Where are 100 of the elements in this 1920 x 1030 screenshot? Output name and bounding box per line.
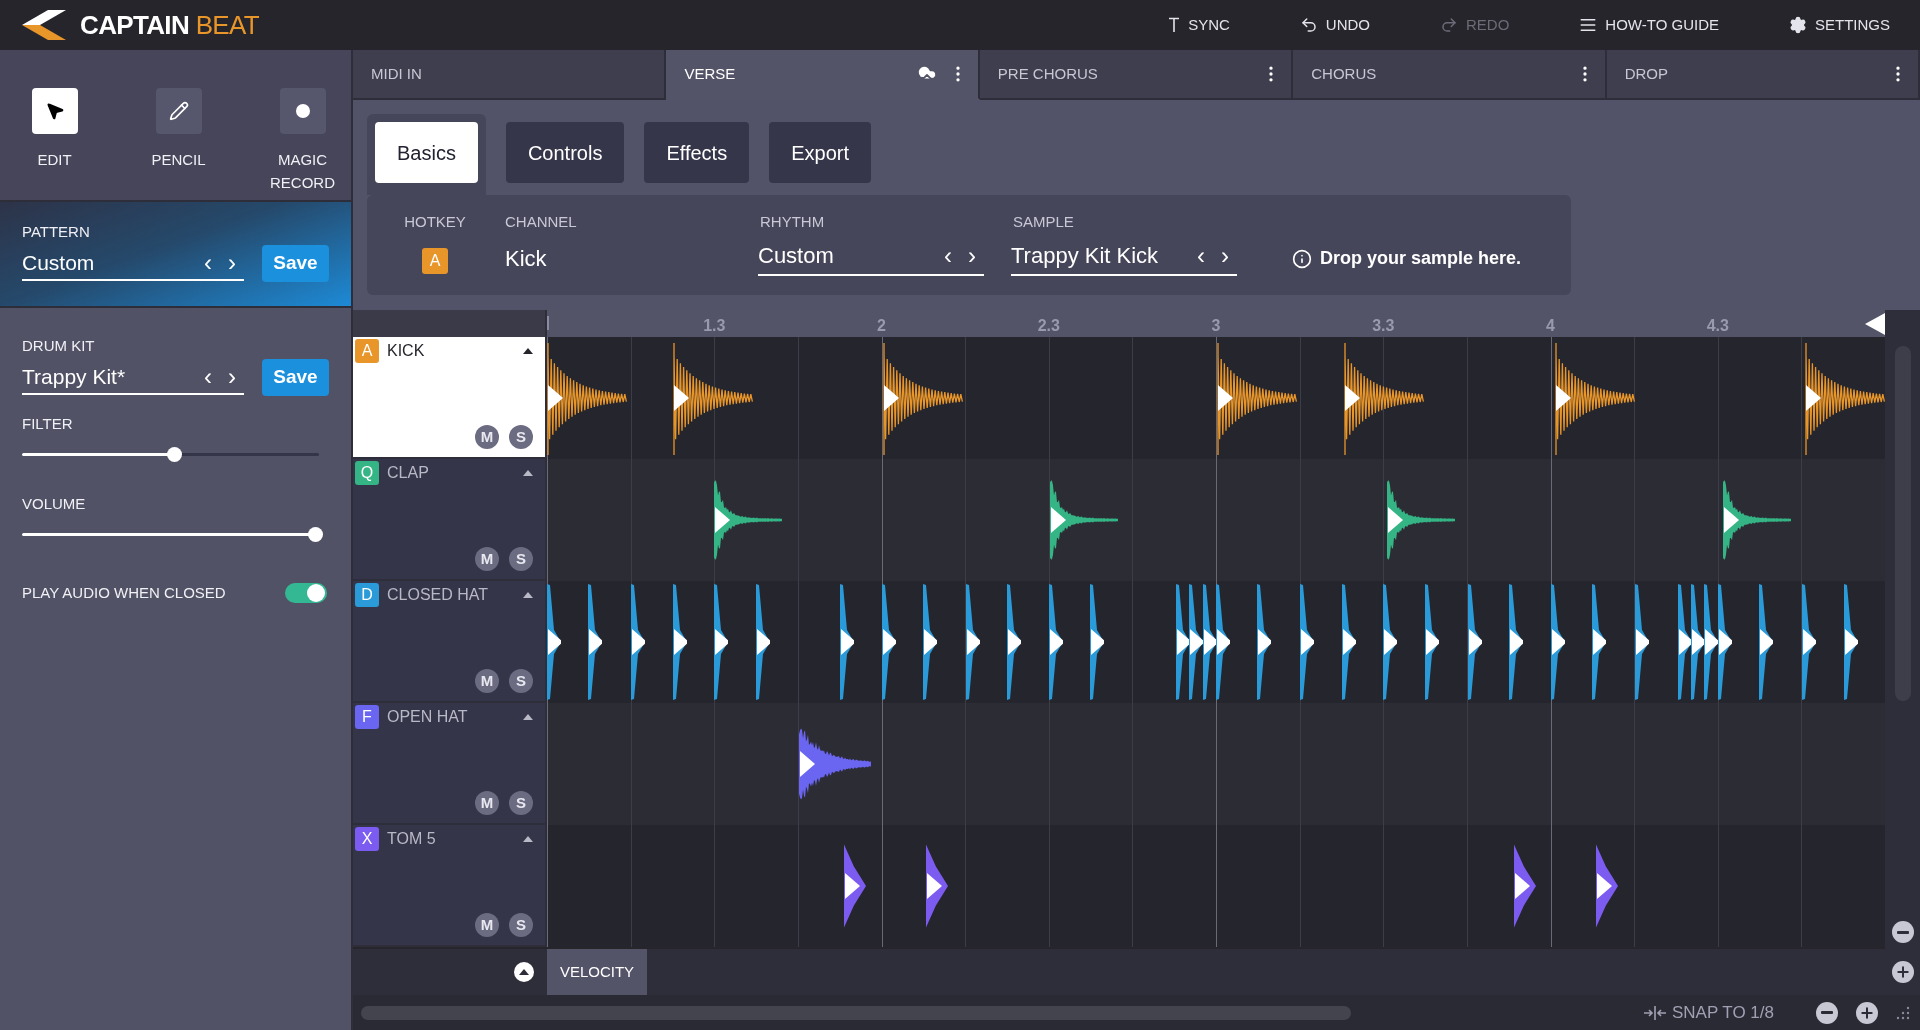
sample-waveform-drawing[interactable]	[1048, 581, 1063, 703]
horizontal-scrollbar[interactable]	[361, 1005, 1351, 1020]
sample-waveform-drawing[interactable]	[965, 581, 980, 703]
track-header[interactable]: A KICK M S	[353, 337, 547, 459]
snap-setting[interactable]: SNAP TO 1/8	[1671, 999, 1774, 1026]
mute-button[interactable]: M	[475, 425, 499, 449]
solo-button[interactable]: S	[509, 913, 533, 937]
solo-button[interactable]: S	[509, 669, 533, 693]
minus-icon	[1821, 1011, 1833, 1014]
track-header[interactable]: D CLOSED HAT M S	[353, 581, 547, 703]
sample-waveform-drawing[interactable]	[840, 581, 854, 703]
zoom-out-button[interactable]	[1816, 1001, 1838, 1024]
collapse-caret-icon[interactable]	[523, 592, 533, 598]
sample-waveform-drawing[interactable]	[588, 581, 603, 703]
loop-end-marker-icon[interactable]	[1865, 313, 1885, 335]
toolbar-button[interactable]: UNDO	[1299, 13, 1370, 37]
sample-waveform-drawing[interactable]	[1550, 581, 1565, 703]
sample-waveform-drawing[interactable]	[1591, 581, 1606, 703]
sample-waveform-drawing[interactable]	[1424, 581, 1439, 703]
solo-button[interactable]: S	[509, 425, 533, 449]
ruler-label: 4.3	[1706, 316, 1729, 336]
solo-button[interactable]: S	[509, 791, 533, 815]
tool-button[interactable]: EDIT	[18, 88, 91, 200]
section-tab[interactable]: DROP	[1606, 50, 1920, 100]
sample-waveform-drawing[interactable]	[1383, 581, 1398, 703]
sample-waveform-drawing[interactable]	[1090, 581, 1105, 703]
sample-waveform-drawing[interactable]	[1216, 581, 1230, 703]
selector-value: Custom	[758, 242, 835, 270]
mute-button[interactable]: M	[475, 669, 499, 693]
section-tab[interactable]: VERSE	[666, 50, 980, 100]
selector-field[interactable]: Custom ‹ ›	[22, 246, 244, 281]
selector-field[interactable]: Custom ‹ ›	[758, 237, 984, 276]
track-header[interactable]: X TOM 5 M S	[353, 825, 547, 947]
previous-button[interactable]: ‹	[1189, 243, 1213, 268]
sample-waveform-drawing[interactable]	[1717, 581, 1732, 703]
toolbar-button[interactable]: HOW-TO GUIDE	[1579, 13, 1719, 37]
zoom-out-button[interactable]	[1891, 921, 1914, 943]
sample-waveform-drawing[interactable]	[1802, 581, 1817, 703]
play-audio-toggle[interactable]	[285, 583, 327, 604]
sample-waveform-drawing[interactable]	[1300, 581, 1315, 703]
sample-waveform-drawing[interactable]	[1007, 581, 1022, 703]
section-tab[interactable]: PRE CHORUS	[979, 50, 1294, 100]
section-tab[interactable]: MIDI IN	[353, 50, 667, 100]
track-header[interactable]: F OPEN HAT M S	[353, 703, 547, 825]
zoom-in-button[interactable]	[1891, 961, 1914, 983]
previous-button[interactable]: ‹	[936, 243, 960, 268]
next-button[interactable]: ›	[219, 364, 244, 389]
sample-waveform-drawing[interactable]	[1467, 581, 1482, 703]
zoom-in-button[interactable]	[1856, 1001, 1878, 1024]
sample-waveform-drawing[interactable]	[547, 581, 561, 703]
velocity-tab[interactable]: VELOCITY	[547, 949, 647, 995]
previous-button[interactable]: ‹	[195, 364, 220, 389]
next-button[interactable]: ›	[960, 243, 984, 268]
sample-waveform-drawing[interactable]	[714, 581, 729, 703]
mute-button[interactable]: M	[475, 913, 499, 937]
mute-button[interactable]: M	[475, 791, 499, 815]
previous-button[interactable]: ‹	[195, 250, 220, 275]
toolbar-button[interactable]: SETTINGS	[1789, 13, 1890, 37]
track-header[interactable]: Q CLAP M S	[353, 459, 547, 581]
selector-field[interactable]: Trappy Kit* ‹ ›	[22, 360, 244, 395]
settings-icon	[1789, 16, 1807, 34]
hotkey-badge: F	[355, 705, 379, 729]
sample-waveform-drawing[interactable]	[1509, 581, 1523, 703]
sample-waveform-drawing[interactable]	[1759, 581, 1774, 703]
section-tab[interactable]: CHORUS	[1293, 50, 1607, 100]
ruler-label: 1.3	[703, 316, 726, 336]
subtab[interactable]: Effects	[644, 122, 750, 183]
sample-waveform-drawing[interactable]	[631, 581, 646, 703]
mute-button[interactable]: M	[475, 547, 499, 571]
subtab[interactable]: Export	[769, 122, 871, 183]
subtab[interactable]: Basics	[375, 122, 478, 183]
sample-waveform-drawing[interactable]	[1634, 581, 1649, 703]
collapse-caret-icon[interactable]	[523, 470, 533, 476]
resize-grip-icon[interactable]	[1896, 1005, 1910, 1020]
sample-waveform-drawing[interactable]	[755, 581, 770, 703]
slider-thumb[interactable]	[308, 527, 324, 542]
sample-waveform-drawing[interactable]	[922, 581, 937, 703]
logo-icon	[22, 10, 68, 40]
collapse-caret-icon[interactable]	[523, 714, 533, 720]
hotkey-label: HOTKEY	[404, 212, 466, 232]
cursor-icon	[44, 101, 65, 121]
solo-button[interactable]: S	[509, 547, 533, 571]
selector-field[interactable]: Trappy Kit Kick ‹ ›	[1011, 237, 1237, 276]
next-button[interactable]: ›	[219, 250, 244, 275]
sample-waveform-drawing[interactable]	[672, 581, 687, 703]
subtab[interactable]: Controls	[505, 122, 625, 183]
toolbar-button[interactable]: SYNC	[1168, 13, 1230, 37]
sample-waveform-drawing[interactable]	[1843, 581, 1858, 703]
sample-waveform-drawing[interactable]	[1341, 581, 1356, 703]
tool-button[interactable]: MAGIC RECORD	[266, 88, 339, 200]
tool-button[interactable]: PENCIL	[142, 88, 215, 200]
sample-waveform-drawing[interactable]	[1257, 581, 1272, 703]
hotkey-badge: A	[355, 339, 379, 363]
sample-waveform-drawing[interactable]	[881, 581, 896, 703]
expand-up-icon[interactable]	[513, 961, 535, 983]
pattern-label: PATTERN	[22, 224, 91, 239]
collapse-caret-icon[interactable]	[523, 836, 533, 842]
collapse-caret-icon[interactable]	[523, 348, 533, 354]
slider-thumb[interactable]	[166, 447, 182, 462]
next-button[interactable]: ›	[1213, 243, 1237, 268]
